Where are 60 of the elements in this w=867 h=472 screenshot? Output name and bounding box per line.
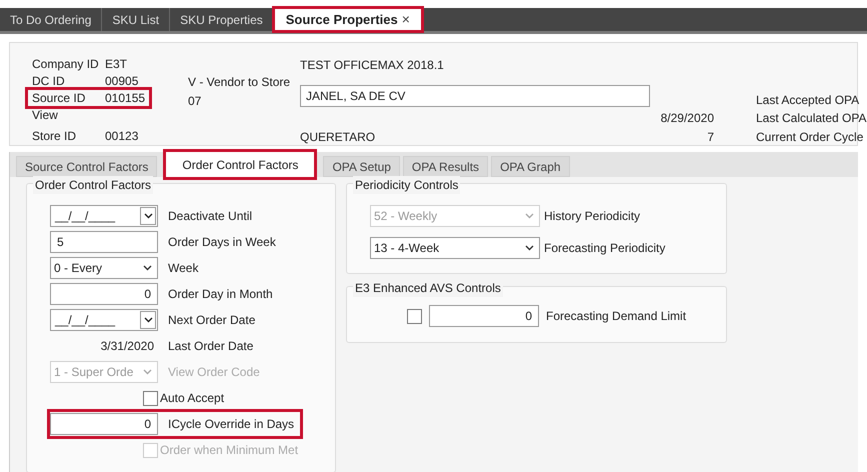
opa-value: 8/29/2020 bbox=[660, 110, 714, 127]
field-label: ICycle Override in Days bbox=[168, 416, 294, 433]
dropdown-icon[interactable] bbox=[140, 311, 156, 329]
input-field[interactable]: 0 bbox=[429, 305, 539, 327]
field-label: View Order Code bbox=[168, 364, 260, 381]
company-name: TEST OFFICEMAX 2018.1 bbox=[300, 57, 444, 74]
field-label: Last Order Date bbox=[168, 338, 254, 355]
field-label: Order Days in Week bbox=[168, 234, 276, 251]
field-label: Week bbox=[168, 260, 198, 277]
source-type: V - Vendor to Store bbox=[188, 74, 290, 91]
vendor-name-field[interactable]: JANEL, SA DE CV bbox=[300, 85, 650, 107]
group-title: Periodicity Controls bbox=[353, 176, 460, 194]
field-label: Next Order Date bbox=[168, 312, 256, 329]
field-label: Store ID bbox=[32, 128, 78, 145]
field-label: Auto Accept bbox=[160, 390, 224, 407]
input-field[interactable]: 5 bbox=[50, 231, 158, 253]
field-label: History Periodicity bbox=[544, 208, 640, 225]
checkbox[interactable] bbox=[143, 390, 158, 406]
field-value: 3/31/2020 bbox=[100, 338, 155, 355]
field-value: 00123 bbox=[105, 128, 138, 145]
date-field[interactable]: __/__/____ bbox=[50, 309, 158, 331]
source-code: 07 bbox=[188, 93, 202, 110]
field-value: E3T bbox=[105, 56, 128, 73]
tab[interactable]: OPA Graph bbox=[491, 156, 570, 177]
dropdown-field[interactable]: 13 - 4-Week bbox=[370, 237, 540, 259]
opa-label: Last Calculated OPA bbox=[756, 110, 867, 127]
tab[interactable]: OPA Setup bbox=[323, 156, 400, 177]
field-label: Deactivate Until bbox=[168, 208, 252, 225]
input-field[interactable]: 0 bbox=[50, 413, 158, 435]
field-label: Order Day in Month bbox=[168, 286, 273, 303]
field-value: 00905 bbox=[105, 73, 138, 90]
chevron-down-icon bbox=[525, 245, 534, 251]
tab[interactable]: OPA Results bbox=[402, 156, 488, 177]
opa-label: Current Order Cycle bbox=[756, 129, 864, 146]
field-label: Company ID bbox=[32, 56, 100, 73]
tab[interactable]: Source Control Factors bbox=[16, 156, 158, 177]
checkbox[interactable] bbox=[407, 308, 422, 324]
tab[interactable]: Order Control Factors bbox=[166, 152, 314, 177]
tab[interactable]: SKU List bbox=[102, 8, 170, 31]
chevron-down-icon bbox=[143, 369, 152, 375]
field-label: DC ID bbox=[32, 73, 66, 90]
field-label: Forecasting Demand Limit bbox=[546, 308, 686, 325]
chevron-down-icon bbox=[143, 265, 152, 271]
dropdown-field[interactable]: 0 - Every bbox=[50, 257, 158, 279]
city: QUERETARO bbox=[300, 129, 376, 146]
field-label: Order when Minimum Met bbox=[160, 442, 298, 459]
opa-label: Last Accepted OPA bbox=[756, 92, 860, 109]
input-field[interactable]: 0 bbox=[50, 283, 158, 305]
field-value: 010155 bbox=[105, 90, 146, 107]
tab[interactable]: To Do Ordering bbox=[0, 8, 102, 31]
tab[interactable]: Source Properties × bbox=[274, 8, 422, 31]
group-title: Order Control Factors bbox=[33, 176, 154, 194]
field-label: View bbox=[32, 107, 59, 124]
field-label: Forecasting Periodicity bbox=[544, 240, 666, 257]
dropdown-icon[interactable] bbox=[140, 207, 156, 225]
field-label: Source ID bbox=[32, 90, 86, 107]
opa-value: 7 bbox=[707, 129, 714, 146]
chevron-down-icon bbox=[525, 213, 534, 219]
date-field[interactable]: __/__/____ bbox=[50, 205, 158, 227]
close-button[interactable]: × bbox=[402, 9, 410, 30]
